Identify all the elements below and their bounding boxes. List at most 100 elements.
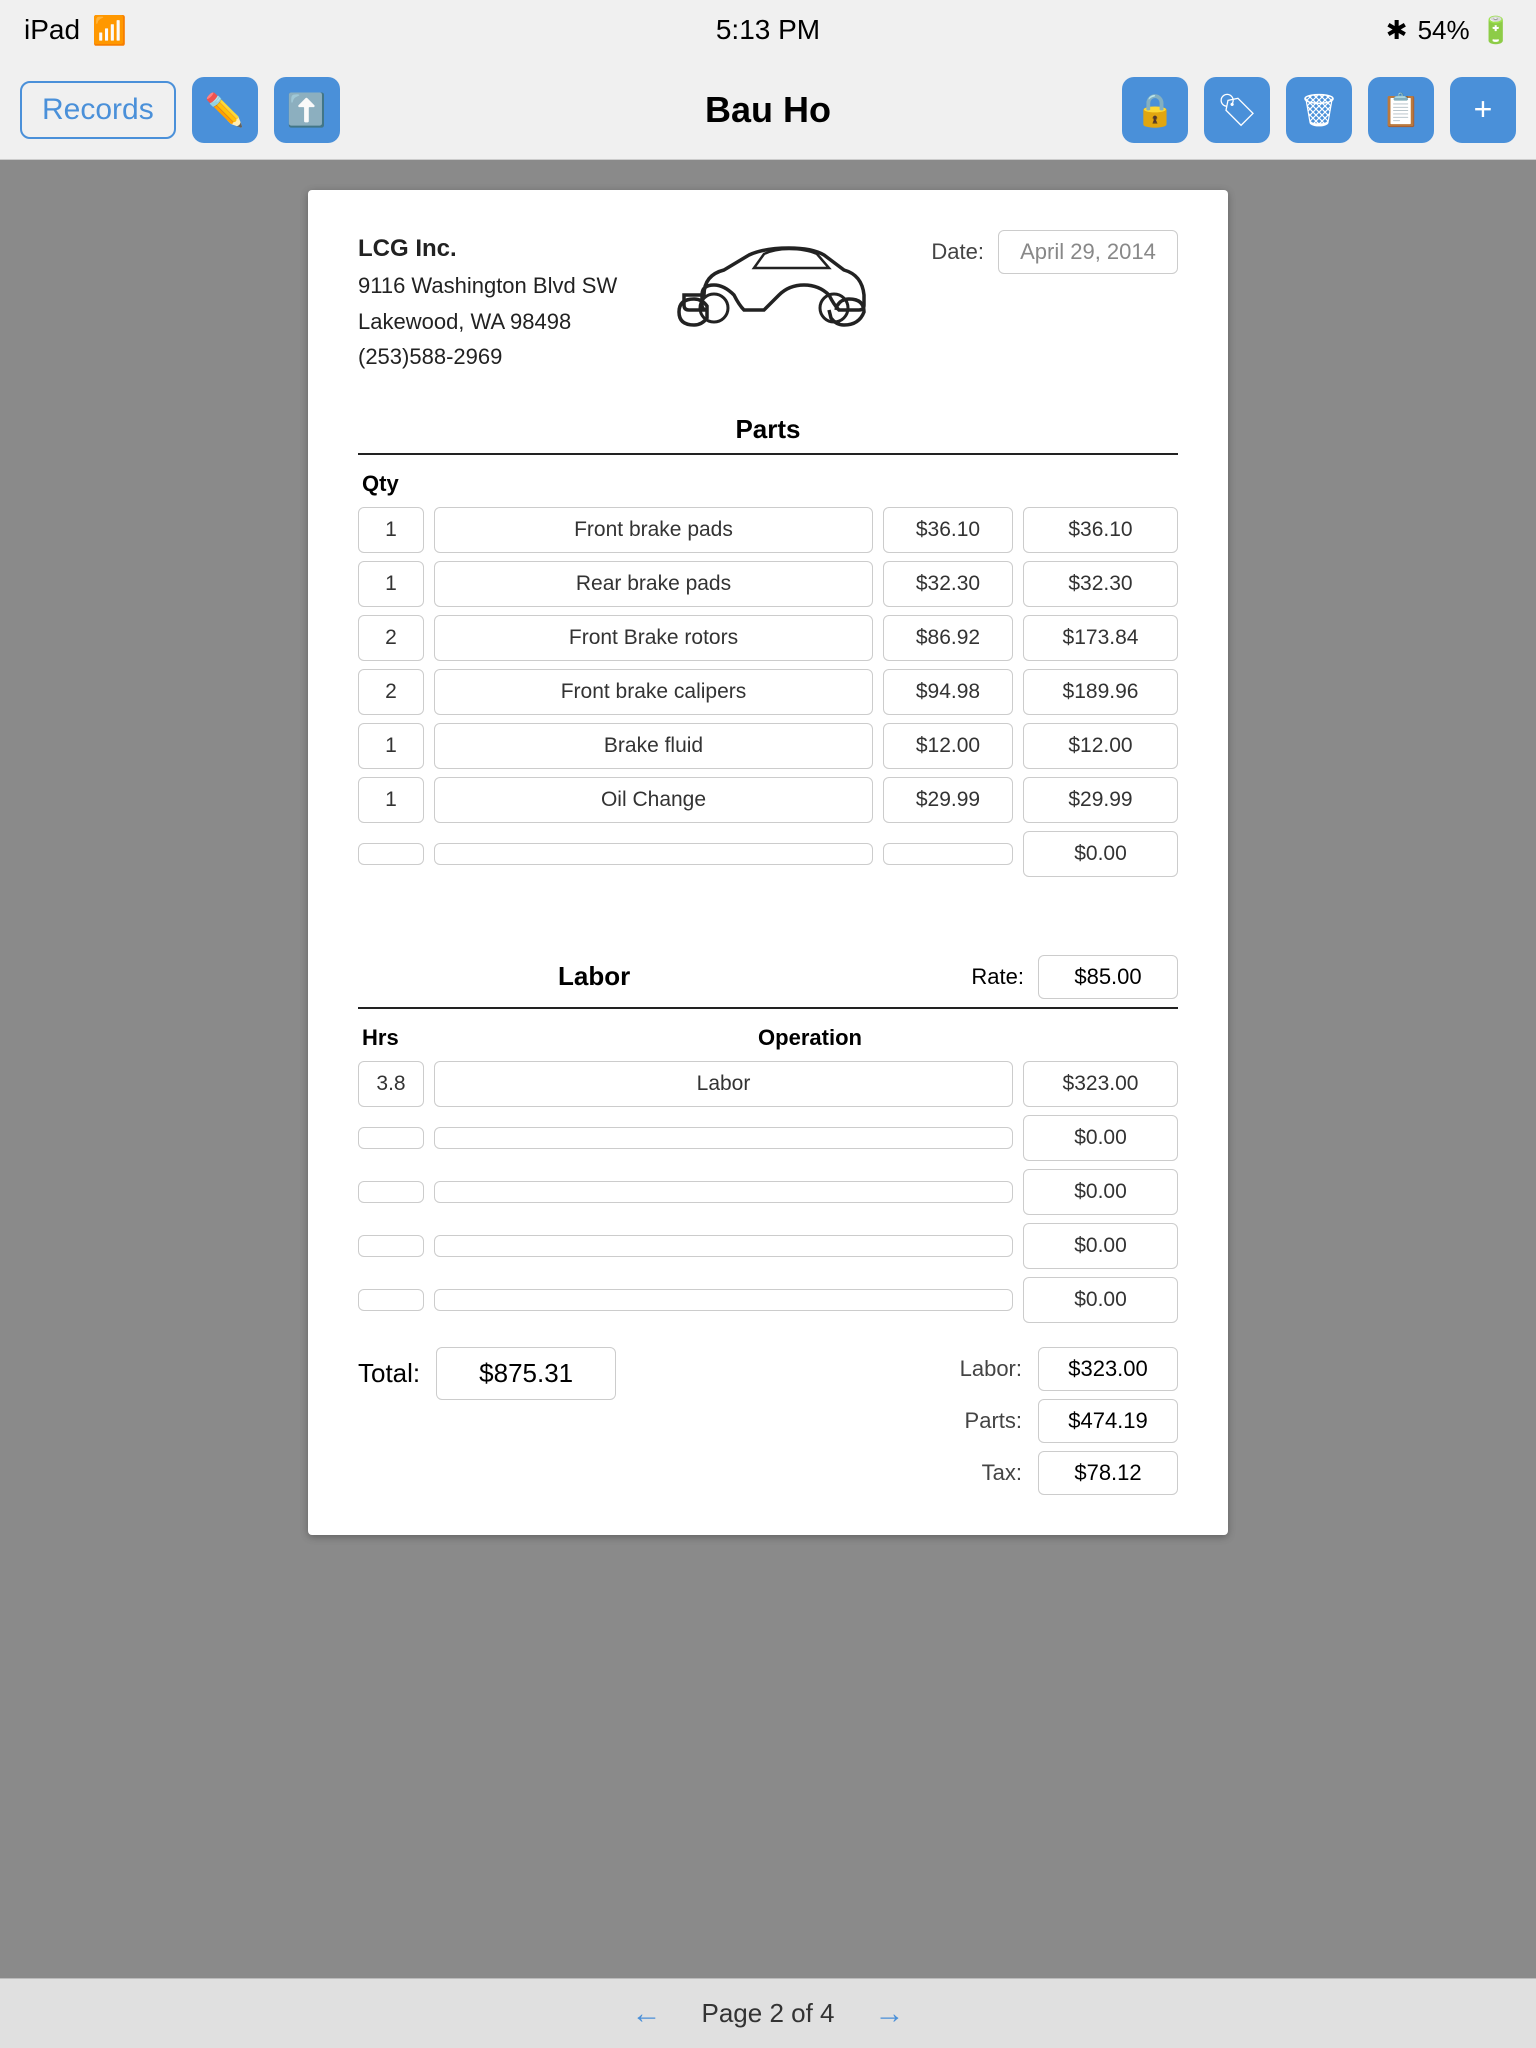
nav-bar: Records ✏️ ⬆️ Bau Ho 🔒 🏷 🗑 📋 +	[0, 60, 1536, 160]
parts-row: 2 Front brake calipers $94.98 $189.96	[358, 669, 1178, 715]
part-desc-1[interactable]: Rear brake pads	[434, 561, 873, 607]
lock-button[interactable]: 🔒	[1122, 77, 1188, 143]
company-address2: Lakewood, WA 98498	[358, 304, 617, 339]
company-name: LCG Inc.	[358, 230, 617, 268]
add-button[interactable]: +	[1450, 77, 1516, 143]
parts-total-value: $474.19	[1038, 1399, 1178, 1443]
total-left: Total: $875.31	[358, 1347, 616, 1400]
labor-row: $0.00	[358, 1223, 1178, 1269]
status-time: 5:13 PM	[716, 14, 820, 46]
status-right: ✱ 54% 🔋	[1386, 15, 1512, 46]
status-bar: iPad 📶 5:13 PM ✱ 54% 🔋	[0, 0, 1536, 60]
trash-icon: 🗑	[1299, 91, 1340, 129]
part-price-1[interactable]: $32.30	[883, 561, 1013, 607]
nav-left: Records ✏️ ⬆️	[20, 77, 340, 143]
totals-section: Total: $875.31 Labor: $323.00 Parts: $47…	[358, 1347, 1178, 1495]
labor-title: Labor	[558, 961, 630, 992]
part-price-2[interactable]: $86.92	[883, 615, 1013, 661]
labor-rate-section: Rate: $85.00	[971, 955, 1178, 999]
parts-row: 1 Brake fluid $12.00 $12.00	[358, 723, 1178, 769]
op-label: Operation	[442, 1025, 1178, 1051]
trash-button[interactable]: 🗑	[1286, 77, 1352, 143]
tag-icon: 🏷	[1217, 91, 1258, 129]
labor-hrs-3[interactable]	[358, 1235, 424, 1257]
date-value[interactable]: April 29, 2014	[998, 230, 1178, 274]
part-qty-4[interactable]: 1	[358, 723, 424, 769]
part-desc-0[interactable]: Front brake pads	[434, 507, 873, 553]
part-price-4[interactable]: $12.00	[883, 723, 1013, 769]
edit-button[interactable]: ✏️	[192, 77, 258, 143]
parts-table: 1 Front brake pads $36.10 $36.10 1 Rear …	[358, 507, 1178, 877]
labor-row: $0.00	[358, 1169, 1178, 1215]
labor-op-2[interactable]	[434, 1181, 1013, 1203]
labor-hrs-1[interactable]	[358, 1127, 424, 1149]
labor-op-1[interactable]	[434, 1127, 1013, 1149]
labor-total-3: $0.00	[1023, 1223, 1178, 1269]
labor-table: 3.8 Labor $323.00 $0.00 $0.00 $0.00 $0.0…	[358, 1061, 1178, 1323]
labor-col-headers: Hrs Operation	[358, 1025, 1178, 1051]
parts-row: 1 Front brake pads $36.10 $36.10	[358, 507, 1178, 553]
labor-row: $0.00	[358, 1277, 1178, 1323]
part-qty-1[interactable]: 1	[358, 561, 424, 607]
company-info: LCG Inc. 9116 Washington Blvd SW Lakewoo…	[358, 230, 617, 374]
prev-page-button[interactable]: ←	[632, 1997, 662, 2031]
add-icon: +	[1474, 91, 1493, 128]
hrs-label: Hrs	[362, 1025, 428, 1051]
part-desc-5[interactable]: Oil Change	[434, 777, 873, 823]
part-qty-5[interactable]: 1	[358, 777, 424, 823]
copy-button[interactable]: 📋	[1368, 77, 1434, 143]
part-qty-2[interactable]: 2	[358, 615, 424, 661]
part-desc-2[interactable]: Front Brake rotors	[434, 615, 873, 661]
part-qty-6[interactable]	[358, 843, 424, 865]
part-qty-3[interactable]: 2	[358, 669, 424, 715]
parts-total-row: Parts: $474.19	[942, 1399, 1178, 1443]
part-total-6: $0.00	[1023, 831, 1178, 877]
device-label: iPad	[24, 14, 80, 46]
parts-title: Parts	[358, 404, 1178, 455]
qty-label: Qty	[358, 471, 1178, 497]
share-button[interactable]: ⬆️	[274, 77, 340, 143]
part-price-6[interactable]	[883, 843, 1013, 865]
parts-row: 1 Oil Change $29.99 $29.99	[358, 777, 1178, 823]
next-page-button[interactable]: →	[875, 1997, 905, 2031]
doc-header: LCG Inc. 9116 Washington Blvd SW Lakewoo…	[358, 230, 1178, 374]
bluetooth-icon: ✱	[1386, 15, 1408, 46]
tax-total-label: Tax:	[942, 1460, 1022, 1486]
labor-hrs-0[interactable]: 3.8	[358, 1061, 424, 1107]
rate-value[interactable]: $85.00	[1038, 955, 1178, 999]
page-bar: ← Page 2 of 4 →	[0, 1978, 1536, 2048]
labor-op-3[interactable]	[434, 1235, 1013, 1257]
tax-total-row: Tax: $78.12	[942, 1451, 1178, 1495]
parts-row: 1 Rear brake pads $32.30 $32.30	[358, 561, 1178, 607]
part-price-0[interactable]: $36.10	[883, 507, 1013, 553]
part-desc-3[interactable]: Front brake calipers	[434, 669, 873, 715]
labor-hrs-2[interactable]	[358, 1181, 424, 1203]
labor-total-label: Labor:	[942, 1356, 1022, 1382]
total-value[interactable]: $875.31	[436, 1347, 616, 1400]
part-total-0: $36.10	[1023, 507, 1178, 553]
total-right: Labor: $323.00 Parts: $474.19 Tax: $78.1…	[942, 1347, 1178, 1495]
labor-op-4[interactable]	[434, 1289, 1013, 1311]
part-desc-6[interactable]	[434, 843, 873, 865]
wifi-icon: 📶	[92, 14, 127, 47]
company-phone: (253)588-2969	[358, 339, 617, 374]
records-button[interactable]: Records	[20, 81, 176, 139]
labor-total-4: $0.00	[1023, 1277, 1178, 1323]
battery-icon: 🔋	[1480, 15, 1512, 46]
share-icon: ⬆️	[287, 91, 327, 129]
part-price-3[interactable]: $94.98	[883, 669, 1013, 715]
company-address1: 9116 Washington Blvd SW	[358, 268, 617, 303]
document: LCG Inc. 9116 Washington Blvd SW Lakewoo…	[308, 190, 1228, 1535]
parts-row: $0.00	[358, 831, 1178, 877]
date-label: Date:	[931, 239, 984, 265]
part-price-5[interactable]: $29.99	[883, 777, 1013, 823]
tax-total-value: $78.12	[1038, 1451, 1178, 1495]
tag-button[interactable]: 🏷	[1204, 77, 1270, 143]
part-qty-0[interactable]: 1	[358, 507, 424, 553]
car-logo	[674, 230, 874, 330]
labor-hrs-4[interactable]	[358, 1289, 424, 1311]
battery-label: 54%	[1418, 15, 1470, 46]
part-desc-4[interactable]: Brake fluid	[434, 723, 873, 769]
labor-total-0: $323.00	[1023, 1061, 1178, 1107]
labor-op-0[interactable]: Labor	[434, 1061, 1013, 1107]
